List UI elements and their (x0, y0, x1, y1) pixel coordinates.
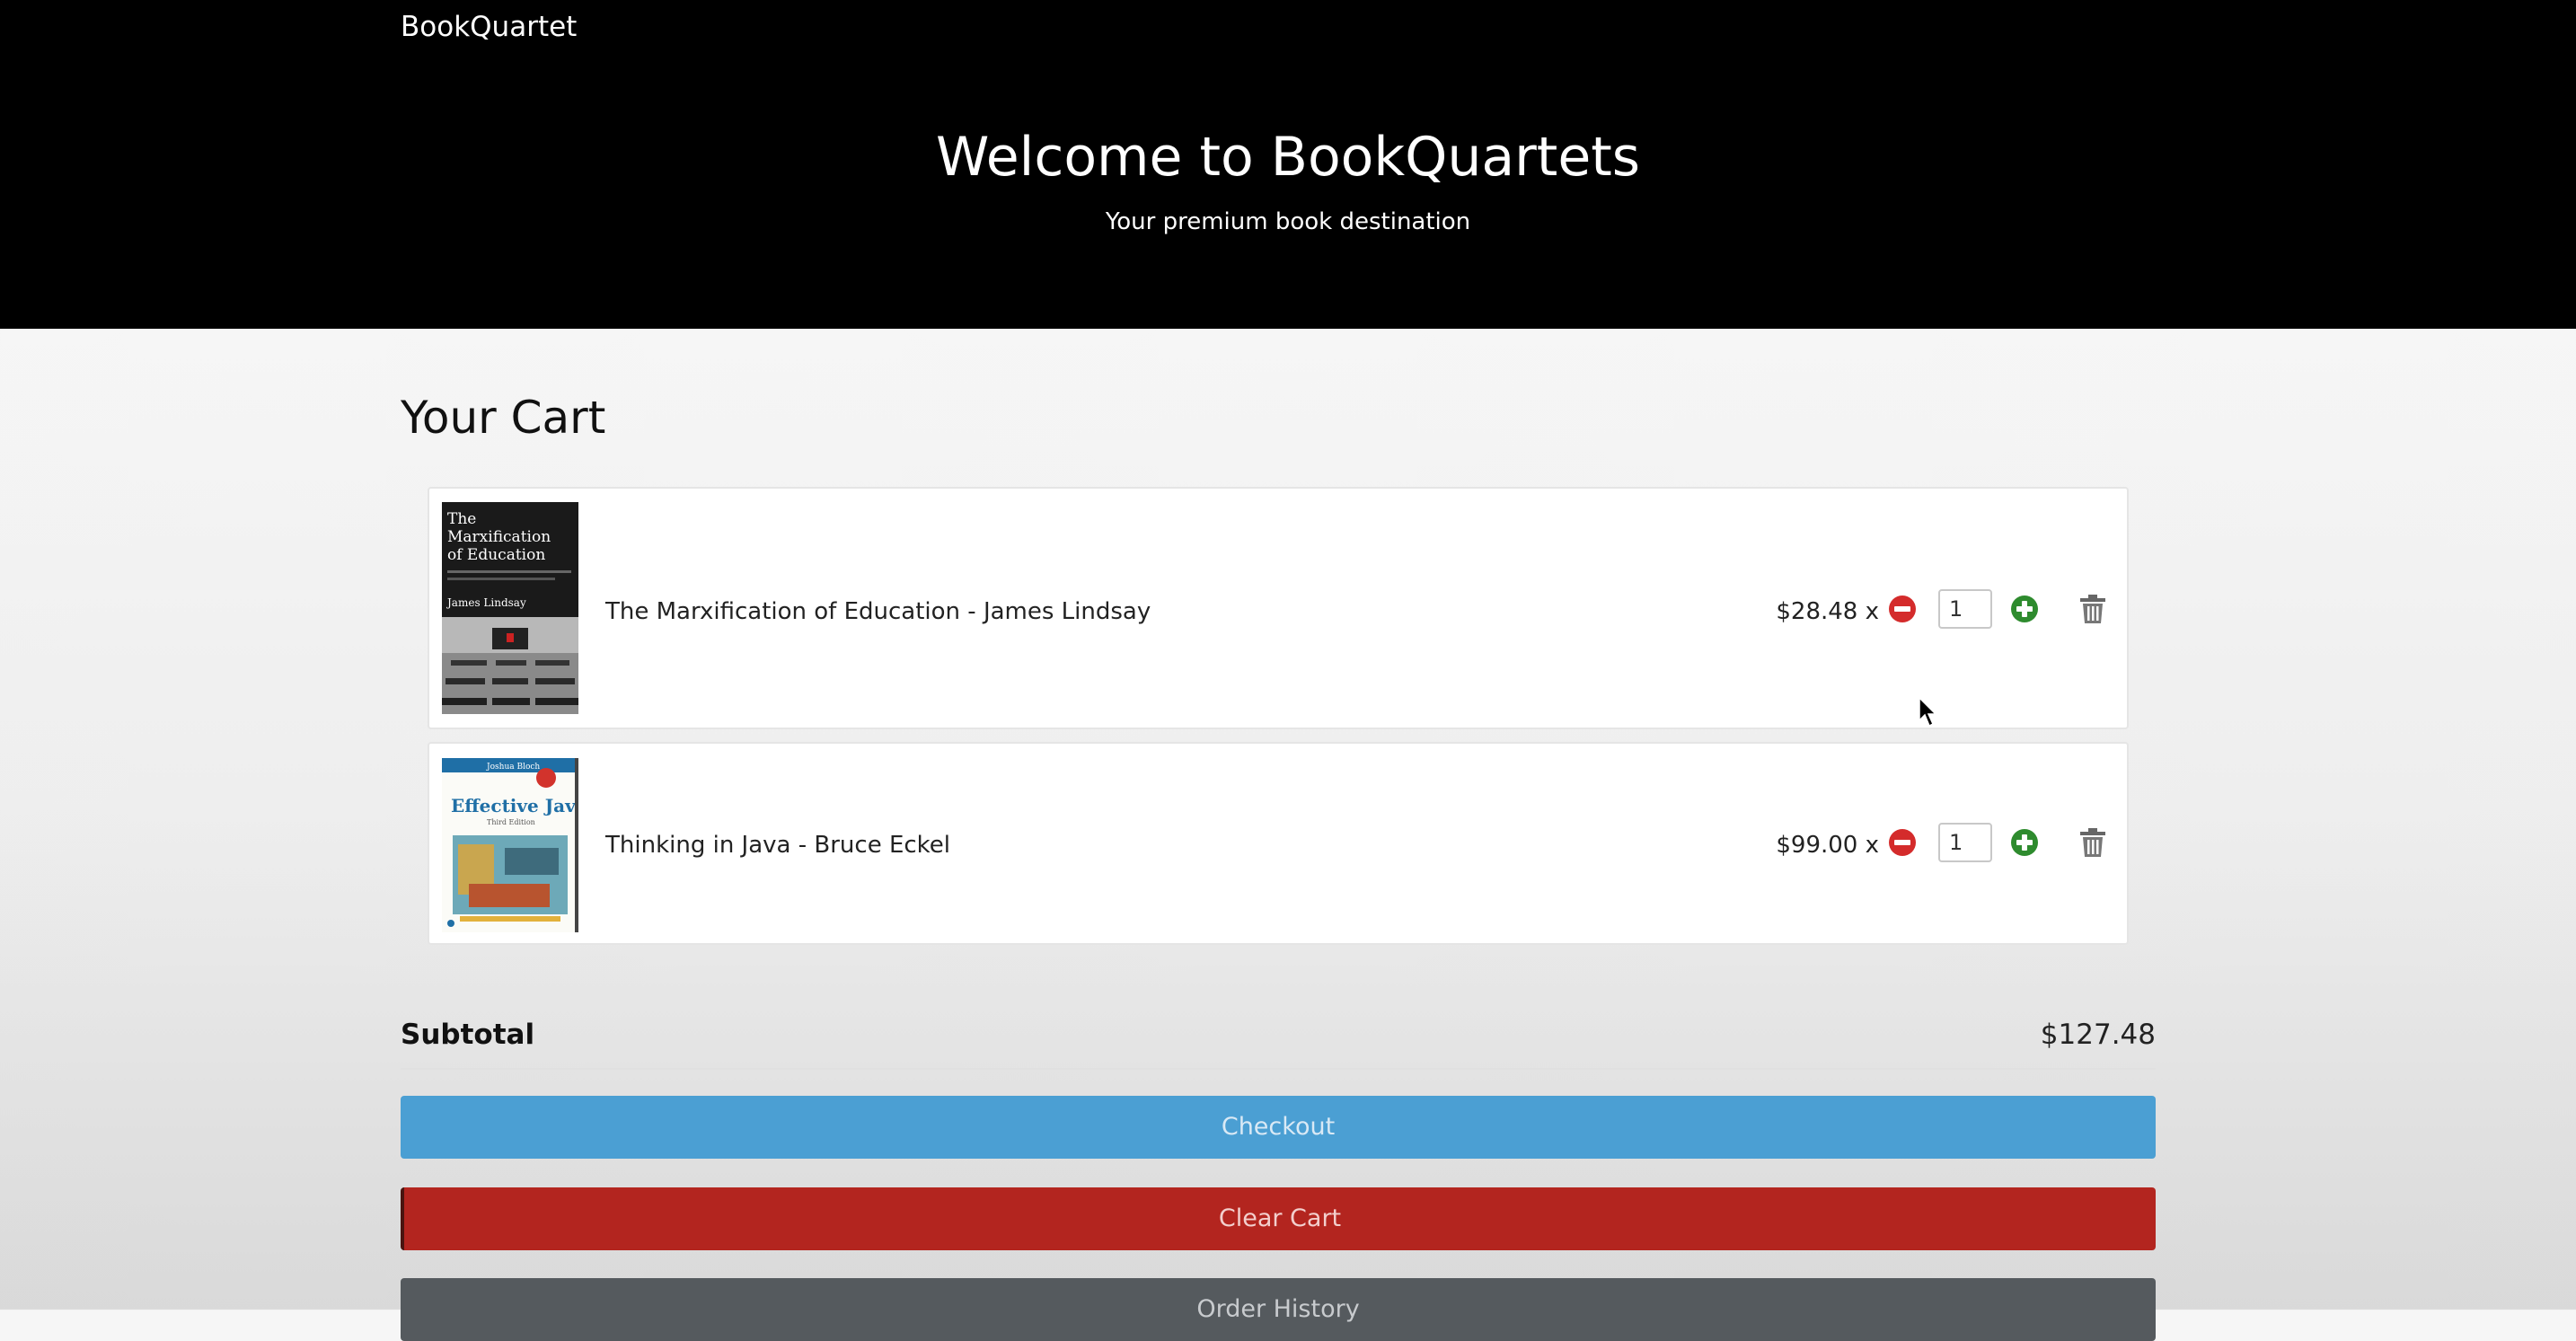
svg-text:Third Edition: Third Edition (487, 818, 535, 826)
subtotal-value: $127.48 (2040, 1019, 2156, 1051)
svg-text:Effective Java: Effective Java (451, 795, 578, 816)
mouse-cursor-icon (1919, 697, 1937, 728)
brand-link[interactable]: BookQuartet (401, 11, 577, 43)
trash-icon[interactable] (2078, 827, 2107, 858)
cart-heading: Your Cart (401, 392, 606, 444)
divider (401, 1068, 2156, 1070)
order-history-button[interactable]: Order History (401, 1278, 2156, 1341)
quantity-input[interactable] (1938, 823, 1992, 862)
minus-circle-icon[interactable] (1888, 828, 1917, 857)
cart-item: Joshua Bloch Effective Java Third Editio… (428, 742, 2129, 945)
minus-circle-icon[interactable] (1888, 595, 1917, 623)
item-price: $28.48 x (1776, 598, 1879, 625)
plus-circle-icon[interactable] (2010, 828, 2039, 857)
svg-text:Marxification: Marxification (447, 528, 551, 546)
svg-text:The: The (447, 510, 476, 528)
book-cover-image: The Marxification of Education James Lin… (442, 502, 578, 714)
quantity-input[interactable] (1938, 589, 1992, 629)
hero-banner: BookQuartet Welcome to BookQuartets Your… (0, 0, 2576, 329)
item-title: Thinking in Java - Bruce Eckel (605, 832, 951, 859)
checkout-button[interactable]: Checkout (401, 1096, 2156, 1159)
hero-subtitle: Your premium book destination (1105, 208, 1471, 235)
cart-item: The Marxification of Education James Lin… (428, 487, 2129, 729)
svg-text:Joshua Bloch: Joshua Bloch (486, 763, 540, 772)
subtotal-label: Subtotal (401, 1019, 535, 1051)
hero-title: Welcome to BookQuartets (935, 126, 1641, 189)
plus-circle-icon[interactable] (2010, 595, 2039, 623)
item-title: The Marxification of Education - James L… (605, 598, 1151, 625)
trash-icon[interactable] (2078, 594, 2107, 624)
clear-cart-button[interactable]: Clear Cart (401, 1187, 2156, 1250)
item-price: $99.00 x (1776, 832, 1879, 859)
book-cover-image: Joshua Bloch Effective Java Third Editio… (442, 758, 578, 932)
svg-text:James Lindsay: James Lindsay (446, 596, 526, 609)
svg-text:of Education: of Education (447, 546, 545, 564)
